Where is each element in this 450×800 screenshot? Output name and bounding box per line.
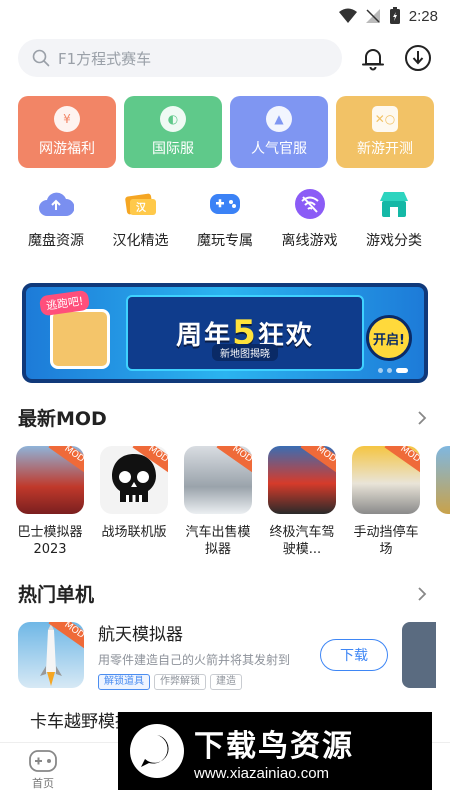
quicknav-label: 汉化精选 [112, 233, 169, 249]
globe-icon: ◐ [160, 106, 186, 132]
game-row-partial[interactable]: 卡车越野模拟： [18, 704, 149, 734]
status-time: 2:28 [408, 7, 438, 25]
quicknav-item-offline[interactable]: 离线游戏 [268, 186, 352, 250]
mod-badge: MOD [300, 446, 336, 477]
section-title: 最新MOD [18, 408, 107, 430]
game-description: 用零件建造自己的火箭并将其发射到 [98, 653, 291, 667]
quicknav-label: 魔玩专属 [197, 233, 253, 249]
tile-official-server[interactable]: ▲ 人气官服 [230, 96, 328, 168]
mod-name: 坦克 [432, 524, 450, 541]
mod-name: 手动挡停车场 [353, 525, 419, 557]
tile-new-game-test[interactable]: ✕○ 新游开测 [336, 96, 434, 168]
gamepad-icon [207, 186, 243, 222]
latest-mod-header: 最新MOD [18, 404, 432, 431]
banner-subtitle: 新地图揭晓 [212, 344, 278, 361]
status-bar: 2:28 [0, 0, 450, 32]
quicknav-item-cloud[interactable]: 魔盘资源 [14, 186, 98, 250]
tile-label: 人气官服 [251, 141, 307, 157]
wifi-off-icon [292, 186, 328, 222]
watermark-logo [130, 724, 184, 778]
mod-item[interactable]: MOD 战场联机版 [100, 446, 168, 558]
mod-badge: MOD [384, 446, 420, 477]
mod-badge: MOD [216, 446, 252, 477]
mod-name: 终极汽车驾驶模... [269, 525, 335, 557]
quicknav-item-translate[interactable]: 汉 汉化精选 [99, 186, 183, 250]
tile-label: 国际服 [152, 141, 194, 157]
banner-title-box: 周年 5 狂欢 新地图揭晓 [126, 295, 364, 371]
watermark-overlay: 下载鸟资源 www.xiazainiao.com [118, 712, 432, 790]
section-title: 热门单机 [18, 584, 95, 606]
game-thumbnail: MOD [268, 446, 336, 514]
game-thumbnail [436, 446, 450, 514]
quicknav-item-category[interactable]: 游戏分类 [352, 186, 436, 250]
mod-item[interactable]: MOD 巴士模拟器2023 [16, 446, 84, 558]
mod-item[interactable]: MOD 终极汽车驾驶模... [268, 446, 336, 558]
tile-international[interactable]: ◐ 国际服 [124, 96, 222, 168]
battery-icon [389, 7, 400, 24]
game-thumbnail: MOD [100, 446, 168, 514]
search-row: F1方程式赛车 [18, 38, 438, 78]
quick-nav: 魔盘资源 汉 汉化精选 魔玩专属 离线游戏 游戏分类 [14, 186, 436, 250]
game-icon: MOD [18, 622, 84, 688]
svg-text:汉: 汉 [136, 201, 147, 214]
mod-item[interactable]: 坦克 [436, 446, 450, 558]
mod-badge: MOD [48, 446, 84, 477]
watermark-title: 下载鸟资源 [194, 728, 354, 764]
quicknav-label: 游戏分类 [366, 233, 422, 249]
banner-cta-button[interactable]: 开启! [366, 315, 412, 361]
game-row[interactable]: MOD 航天模拟器 用零件建造自己的火箭并将其发射到 解锁道具 作弊解锁 建造 … [18, 620, 450, 690]
nav-home[interactable]: 首页 [28, 749, 58, 791]
mod-name: 战场联机版 [101, 525, 167, 540]
quicknav-label: 离线游戏 [281, 233, 338, 249]
search-placeholder: F1方程式赛车 [58, 49, 152, 68]
quicknav-item-exclusive[interactable]: 魔玩专属 [183, 186, 267, 250]
notification-bell-icon[interactable] [357, 42, 389, 74]
search-icon [32, 49, 50, 67]
tile-online-welfare[interactable]: ¥ 网游福利 [18, 96, 116, 168]
chevron-right-icon[interactable] [412, 408, 432, 428]
game-tag: 解锁道具 [98, 674, 150, 690]
tile-label: 网游福利 [39, 141, 95, 157]
game-tags: 解锁道具 作弊解锁 建造 [98, 674, 306, 690]
category-tiles: ¥ 网游福利 ◐ 国际服 ▲ 人气官服 ✕○ 新游开测 [18, 96, 434, 168]
search-input[interactable]: F1方程式赛车 [18, 39, 342, 77]
chevron-right-icon[interactable] [412, 584, 432, 604]
translate-icon: 汉 [123, 186, 159, 222]
game-thumbnail: MOD [184, 446, 252, 514]
game-thumbnail: MOD [16, 446, 84, 514]
game-tag: 建造 [210, 674, 242, 690]
cloud-icon [38, 186, 74, 222]
watermark-text: 下载鸟资源 www.xiazainiao.com [194, 721, 354, 782]
next-game-thumbnail[interactable] [402, 622, 436, 688]
home-gamepad-icon [29, 750, 57, 772]
character-illustration [50, 309, 110, 369]
tile-label: 新游开测 [357, 141, 413, 157]
quicknav-label: 魔盘资源 [28, 233, 84, 249]
flame-icon: ▲ [266, 106, 292, 132]
game-thumbnail: MOD [352, 446, 420, 514]
gamepad-icon: ✕○ [372, 106, 398, 132]
game-info: 航天模拟器 用零件建造自己的火箭并将其发射到 解锁道具 作弊解锁 建造 [98, 620, 306, 690]
download-manager-icon[interactable] [402, 42, 434, 74]
game-tag: 作弊解锁 [154, 674, 206, 690]
mod-item[interactable]: MOD 手动挡停车场 [352, 446, 420, 558]
watermark-url: www.xiazainiao.com [194, 764, 330, 782]
game-name: 航天模拟器 [98, 625, 183, 645]
download-button[interactable]: 下载 [320, 639, 388, 671]
carousel-indicator [378, 368, 408, 373]
nav-home-label: 首页 [32, 777, 54, 790]
latest-mod-list: MOD 巴士模拟器2023 MOD 战场联机版 MOD 汽车出售模拟器 MOD … [16, 446, 450, 558]
mod-name: 巴士模拟器2023 [17, 525, 83, 557]
mod-name: 汽车出售模拟器 [185, 525, 251, 557]
signal-icon [365, 9, 380, 23]
store-icon [376, 186, 412, 222]
promo-banner[interactable]: 逃跑吧! 周年 5 狂欢 新地图揭晓 开启! [22, 283, 428, 383]
moneybag-icon: ¥ [54, 106, 80, 132]
hot-single-header: 热门单机 [18, 580, 432, 607]
mod-item[interactable]: MOD 汽车出售模拟器 [184, 446, 252, 558]
wifi-icon [338, 8, 357, 23]
